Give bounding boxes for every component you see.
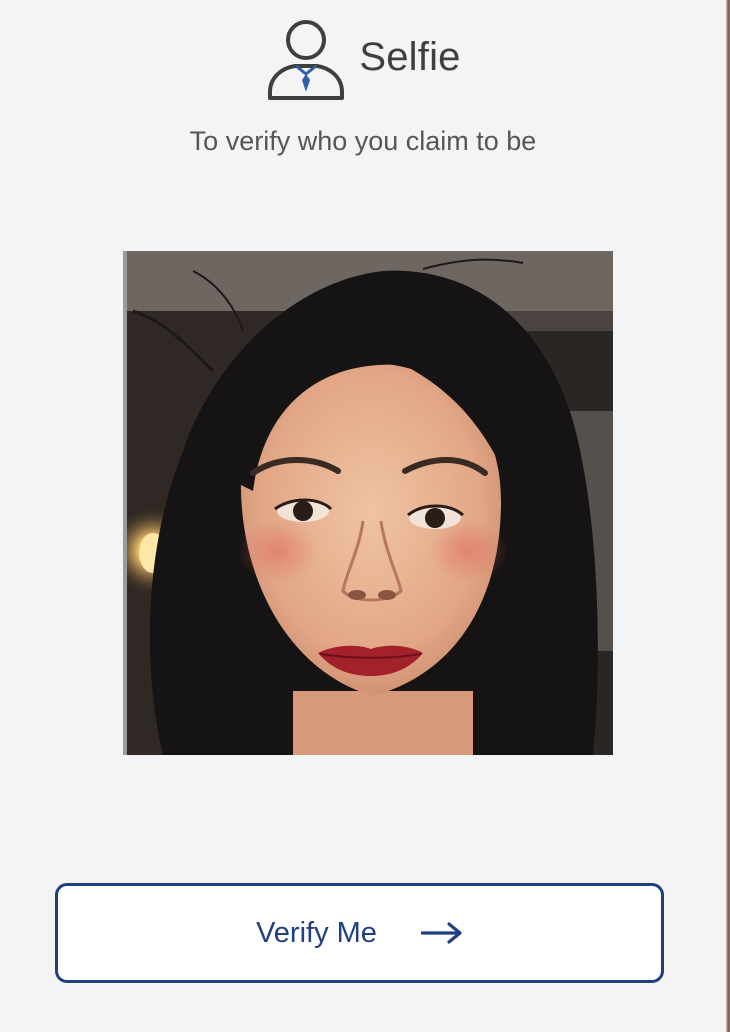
user-with-tie-icon	[268, 20, 345, 100]
verify-me-button[interactable]: Verify Me	[55, 883, 664, 983]
selfie-screen: Selfie To verify who you claim to be Ver…	[0, 0, 726, 1032]
selfie-photo	[123, 251, 613, 755]
page-subtitle: To verify who you claim to be	[189, 126, 537, 156]
header: Selfie	[0, 14, 726, 104]
page-title: Selfie	[359, 34, 461, 79]
window-edge	[726, 0, 730, 1032]
verify-me-label: Verify Me	[256, 916, 377, 949]
arrow-right-icon	[420, 922, 462, 944]
